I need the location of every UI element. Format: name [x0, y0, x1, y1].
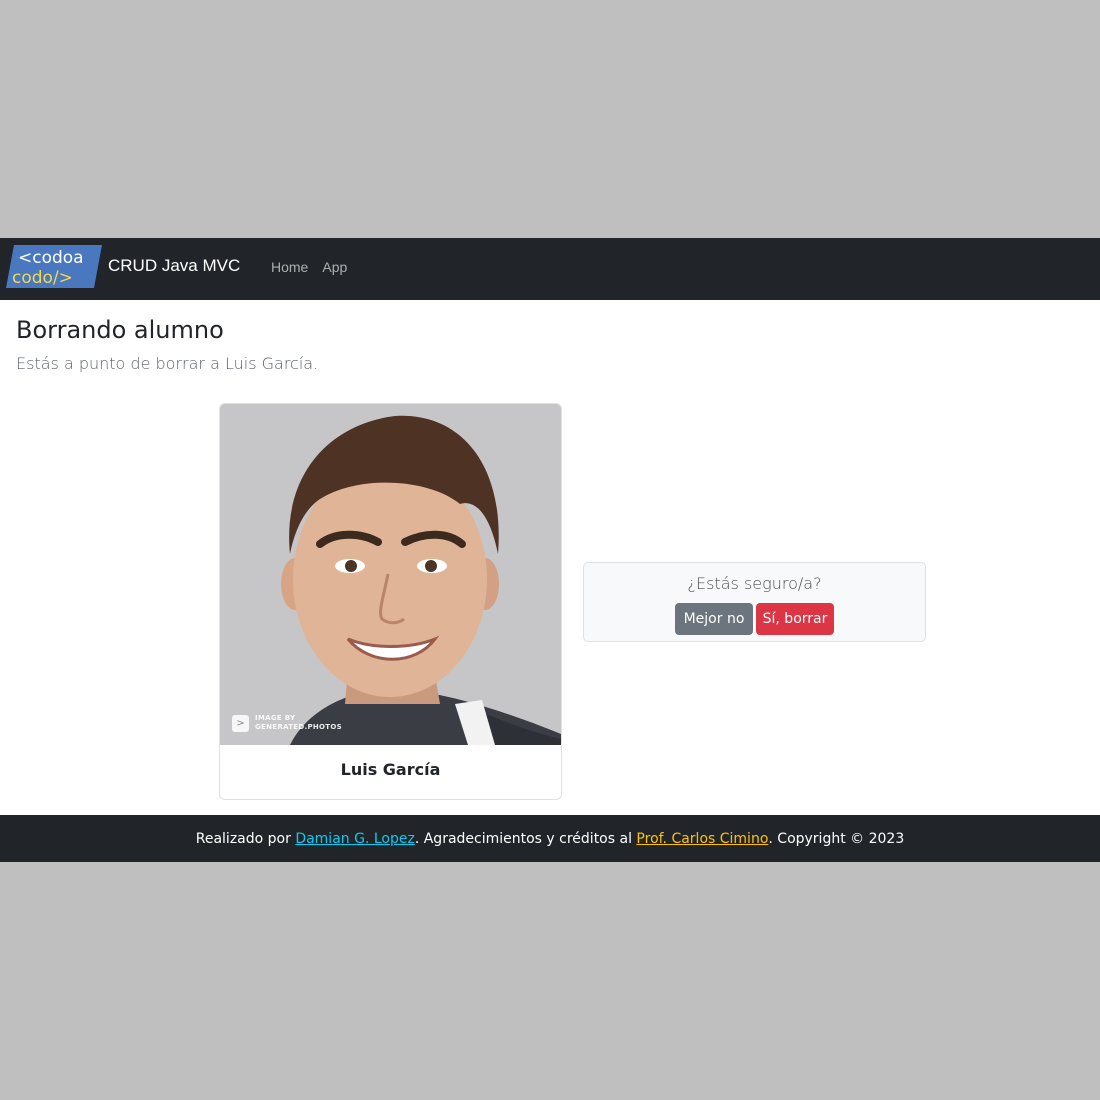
- navbar: <codoa codo/> CRUD Java MVC Home App: [0, 238, 1100, 300]
- nav-links: Home App: [271, 259, 347, 275]
- nav-link-app[interactable]: App: [322, 259, 347, 275]
- footer-prefix: Realizado por: [195, 830, 291, 847]
- logo-text-line1: <codoa: [18, 248, 84, 268]
- page-lead: Estás a punto de borrar a Luis García.: [16, 354, 319, 373]
- bottom-letterbox: [0, 862, 1100, 1100]
- student-photo: > IMAGE BY GENERATED.PHOTOS: [220, 404, 561, 745]
- footer-middle: . Agradecimientos y créditos al: [414, 830, 632, 847]
- student-name: Luis García: [340, 760, 441, 779]
- confirm-question: ¿Estás seguro/a?: [687, 574, 822, 593]
- app-window: <codoa codo/> CRUD Java MVC Home App Bor…: [0, 238, 1100, 862]
- watermark-text: IMAGE BY GENERATED.PHOTOS: [255, 714, 342, 732]
- credit-link[interactable]: Prof. Carlos Cimino: [636, 831, 768, 847]
- student-photo-image: [220, 404, 561, 745]
- photo-watermark: > IMAGE BY GENERATED.PHOTOS: [232, 714, 342, 732]
- watermark-line1: IMAGE BY: [255, 714, 296, 722]
- footer-suffix: . Copyright © 2023: [768, 830, 905, 847]
- watermark-line2: GENERATED.PHOTOS: [255, 723, 342, 731]
- codo-a-codo-logo[interactable]: <codoa codo/>: [6, 245, 102, 288]
- confirm-panel: ¿Estás seguro/a? Mejor no Sí, borrar: [583, 562, 926, 642]
- top-letterbox: [0, 0, 1100, 238]
- logo-text-line2: codo/>: [12, 268, 73, 288]
- footer: Realizado por Damian G. Lopez. Agradecim…: [0, 815, 1100, 862]
- page-title: Borrando alumno: [16, 316, 224, 344]
- cancel-button[interactable]: Mejor no: [675, 603, 753, 635]
- nav-link-home[interactable]: Home: [271, 259, 308, 275]
- brand-name[interactable]: CRUD Java MVC: [108, 256, 240, 276]
- student-card: > IMAGE BY GENERATED.PHOTOS Luis García: [219, 403, 562, 800]
- confirm-delete-button[interactable]: Sí, borrar: [756, 603, 834, 635]
- author-link[interactable]: Damian G. Lopez: [295, 831, 415, 847]
- generated-photos-icon: >: [232, 714, 249, 732]
